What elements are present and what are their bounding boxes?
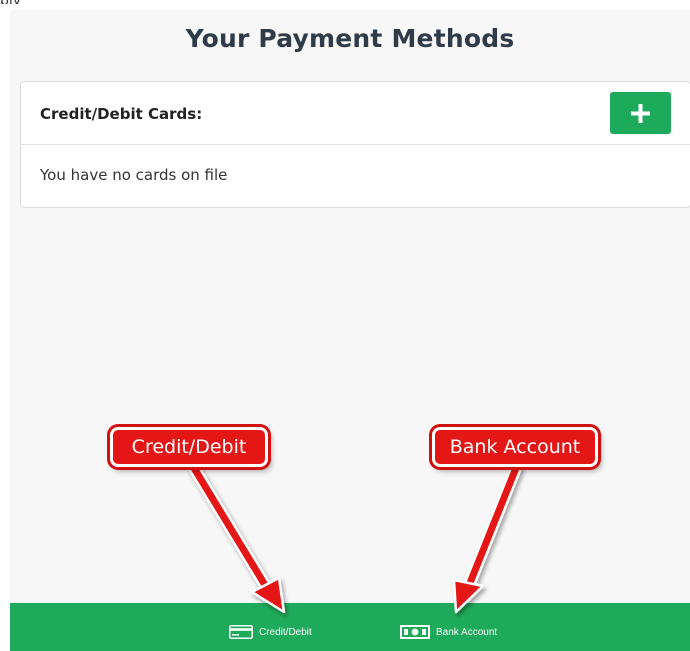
credit-card-icon [229,625,253,639]
cards-panel-header: Credit/Debit Cards: [21,82,690,145]
bank-account-callout: Bank Account [432,427,598,467]
bank-money-icon [400,625,430,639]
nav-bank-account[interactable]: Bank Account [400,625,497,639]
nav-credit-debit[interactable]: Credit/Debit [229,625,312,639]
page-title: Your Payment Methods [185,24,515,53]
cards-panel-body: You have no cards on file [21,145,690,207]
cards-panel-title: Credit/Debit Cards: [40,105,203,123]
payment-methods-page: Your Payment Methods Credit/Debit Cards:… [10,10,690,651]
top-cropped-text: ply [0,0,80,4]
nav-bank-account-label: Bank Account [436,626,498,638]
plus-icon [631,104,650,123]
add-card-button[interactable] [610,92,671,134]
nav-credit-debit-label: Credit/Debit [259,626,312,638]
cards-panel: Credit/Debit Cards: You have no cards on… [20,81,690,208]
credit-debit-callout: Credit/Debit [110,427,268,467]
empty-cards-message: You have no cards on file [40,166,228,184]
bottom-nav-bar: Credit/Debit Bank Account [10,603,690,651]
